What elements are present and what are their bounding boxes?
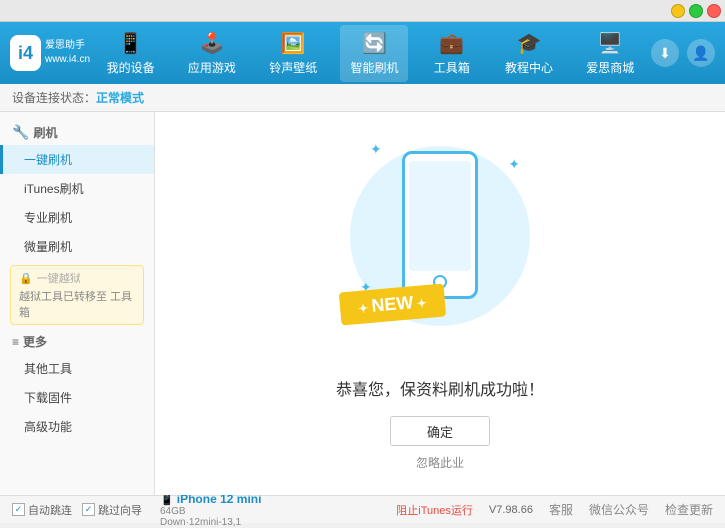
device-icon: 📱	[118, 31, 143, 56]
nav-item-my-device[interactable]: 📱 我的设备	[97, 25, 165, 82]
flash-section-icon: 🔧	[12, 124, 29, 141]
sidebar-more-header: ≡ 更多	[0, 329, 154, 354]
apps-icon: 🕹️	[199, 31, 224, 56]
nav-label-smart-shop: 智能刷机	[350, 59, 398, 76]
user-button[interactable]: 👤	[687, 39, 715, 67]
nav-label-ringtones: 铃声壁纸	[269, 59, 317, 76]
itunes-status: 阻止iTunes运行	[396, 502, 473, 518]
auto-jump-label: 自动跳连	[28, 502, 72, 518]
nav-items: 📱 我的设备 🕹️ 应用游戏 🖼️ 铃声壁纸 🔄 智能刷机 💼 工具箱 🎓 教程…	[90, 25, 651, 82]
logo-text: 爱思助手 www.i4.cn	[45, 39, 90, 67]
skip-wizard-checkmark: ✓	[82, 503, 95, 516]
skip-link[interactable]: 忽略此业	[416, 454, 464, 471]
customer-service-link[interactable]: 客服	[549, 501, 573, 518]
auto-jump-checkmark: ✓	[12, 503, 25, 516]
sidebar-item-download-firmware[interactable]: 下载固件	[0, 383, 154, 412]
nav-label-apps-games: 应用游戏	[188, 59, 236, 76]
maximize-button[interactable]	[689, 4, 703, 18]
smart-shop-icon: 🔄	[362, 31, 387, 56]
device-info: 📱 iPhone 12 mini 64GB Down·12mini-13,1	[160, 492, 261, 528]
title-bar	[0, 0, 725, 22]
phone-screen	[409, 161, 471, 271]
sparkle-icon-2: ✦	[508, 156, 520, 173]
top-nav: i4 爱思助手 www.i4.cn 📱 我的设备 🕹️ 应用游戏 🖼️ 铃声壁纸…	[0, 22, 725, 84]
nav-item-ringtones[interactable]: 🖼️ 铃声壁纸	[259, 25, 327, 82]
skip-wizard-checkbox[interactable]: ✓ 跳过向导	[82, 502, 142, 518]
auto-jump-checkbox[interactable]: ✓ 自动跳连	[12, 502, 72, 518]
logo-char: i4	[18, 43, 33, 64]
sparkle-icon-1: ✦	[370, 141, 382, 158]
minimize-button[interactable]	[671, 4, 685, 18]
logo-icon: i4	[10, 35, 41, 71]
bottom-bar: ✓ 自动跳连 ✓ 跳过向导 📱 iPhone 12 mini 64GB Down…	[0, 495, 725, 523]
nav-item-mall[interactable]: 🖥️ 爱思商城	[576, 25, 644, 82]
nav-right: ⬇ 👤	[651, 39, 715, 67]
confirm-button[interactable]: 确定	[390, 416, 490, 446]
sidebar-more-label: 更多	[23, 333, 47, 350]
sidebar-item-advanced[interactable]: 高级功能	[0, 412, 154, 441]
nav-item-tutorials[interactable]: 🎓 教程中心	[495, 25, 563, 82]
sidebar-notice: 🔒 一键越狱 越狱工具已转移至 工具箱	[10, 265, 144, 325]
sidebar-section-label-flash: 刷机	[33, 124, 57, 141]
nav-item-smart-shop[interactable]: 🔄 智能刷机	[340, 25, 408, 82]
status-prefix: 设备连接状态：	[12, 89, 96, 106]
download-button[interactable]: ⬇	[651, 39, 679, 67]
toolbox-icon: 💼	[439, 31, 464, 56]
main-content: ✦ ✦ ✦ NEW 恭喜您，保资料刷机成功啦！ 确定 忽略此业	[155, 112, 725, 495]
skip-wizard-label: 跳过向导	[98, 502, 142, 518]
logo: i4 爱思助手 www.i4.cn	[10, 35, 90, 71]
sidebar-item-one-click[interactable]: 一键刷机	[0, 145, 154, 174]
device-storage: 64GB	[160, 506, 261, 517]
notice-title: 一键越狱	[37, 270, 81, 286]
sidebar-item-pro-flash[interactable]: 专业刷机	[0, 203, 154, 232]
close-button[interactable]	[707, 4, 721, 18]
notice-text: 越狱工具已转移至 工具箱	[19, 288, 135, 320]
nav-label-toolbox: 工具箱	[434, 59, 470, 76]
status-value: 正常模式	[96, 89, 144, 106]
nav-label-mall: 爱思商城	[586, 59, 634, 76]
tutorials-icon: 🎓	[517, 31, 542, 56]
nav-item-apps-games[interactable]: 🕹️ 应用游戏	[178, 25, 246, 82]
lock-icon: 🔒	[19, 272, 33, 285]
bottom-right: 阻止iTunes运行 V7.98.66 客服 微信公众号 检查更新	[396, 501, 713, 518]
sidebar-section-flash: 🔧 刷机 一键刷机 iTunes刷机 专业刷机 微量刷机	[0, 120, 154, 261]
sidebar-item-other-tools[interactable]: 其他工具	[0, 354, 154, 383]
sidebar-section-title-flash: 🔧 刷机	[0, 120, 154, 145]
ringtones-icon: 🖼️	[281, 31, 306, 56]
status-bar: 设备连接状态： 正常模式	[0, 84, 725, 112]
bottom-left: ✓ 自动跳连 ✓ 跳过向导 📱 iPhone 12 mini 64GB Down…	[12, 492, 396, 528]
sidebar-item-micro-flash[interactable]: 微量刷机	[0, 232, 154, 261]
success-message: 恭喜您，保资料刷机成功啦！	[336, 376, 544, 400]
check-update-link[interactable]: 检查更新	[665, 501, 713, 518]
nav-label-my-device: 我的设备	[107, 59, 155, 76]
device-phone-icon: 📱	[160, 494, 174, 506]
more-icon: ≡	[12, 335, 19, 349]
sidebar-item-itunes-flash[interactable]: iTunes刷机	[0, 174, 154, 203]
nav-label-tutorials: 教程中心	[505, 59, 553, 76]
device-version: Down·12mini-13,1	[160, 517, 261, 528]
nav-item-toolbox[interactable]: 💼 工具箱	[422, 25, 482, 82]
phone-illustration: ✦ ✦ ✦ NEW	[350, 136, 530, 356]
wechat-link[interactable]: 微信公众号	[589, 501, 649, 518]
main-layout: 🔧 刷机 一键刷机 iTunes刷机 专业刷机 微量刷机 🔒 一键越狱 越狱工具…	[0, 112, 725, 495]
app-version: V7.98.66	[489, 504, 533, 516]
mall-icon: 🖥️	[598, 31, 623, 56]
phone-body	[402, 151, 478, 299]
sidebar: 🔧 刷机 一键刷机 iTunes刷机 专业刷机 微量刷机 🔒 一键越狱 越狱工具…	[0, 112, 155, 495]
